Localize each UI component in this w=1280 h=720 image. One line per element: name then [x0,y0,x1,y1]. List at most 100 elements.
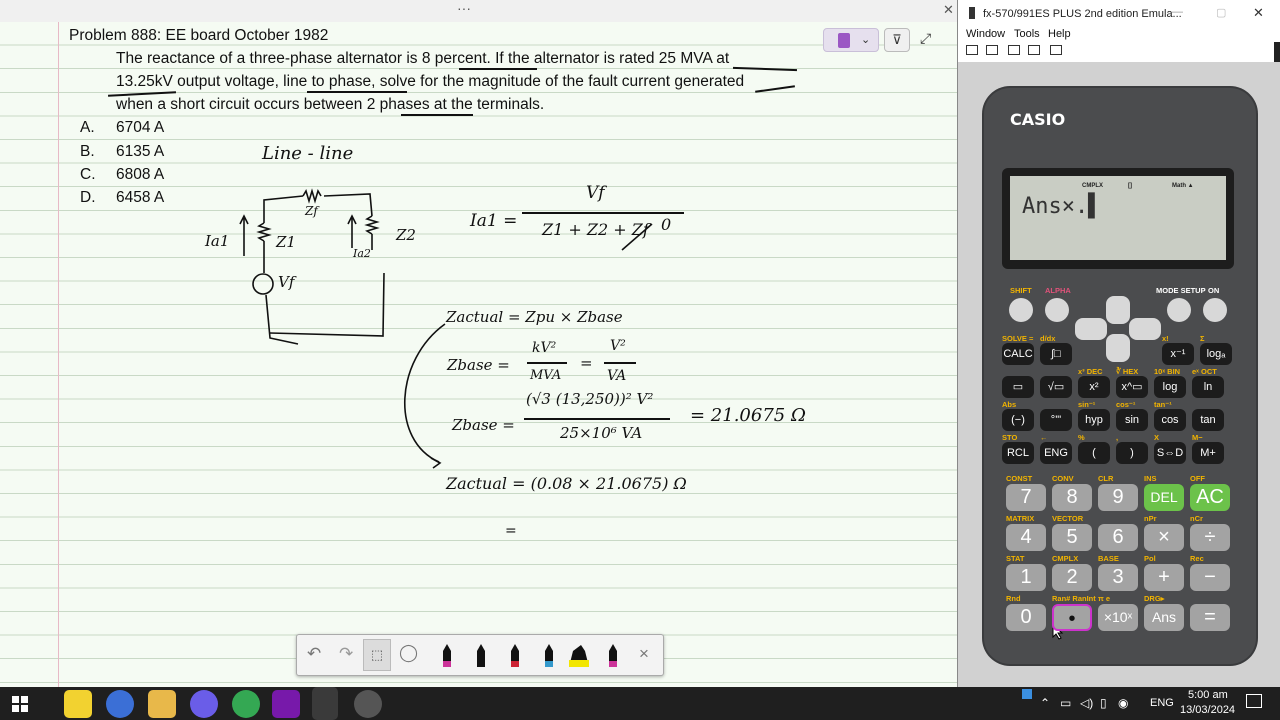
func-key[interactable]: ∫□ [1040,343,1072,365]
num-key[interactable]: ÷ [1190,524,1230,551]
close-icon[interactable]: ✕ [1253,5,1264,21]
func-key[interactable]: log [1154,376,1186,398]
ac-key[interactable]: AC [1190,484,1230,511]
num-key[interactable]: 4 [1006,524,1046,551]
func-key[interactable]: S⇔D [1154,442,1186,464]
tray-app-icon[interactable] [1022,689,1032,699]
toolbar-icon[interactable] [986,45,998,55]
volume-icon[interactable]: ◁) [1080,696,1093,710]
language-indicator[interactable]: ENG [1150,697,1174,709]
dpad-up[interactable] [1106,296,1130,324]
minimize-icon[interactable]: — [1172,6,1183,18]
func-key[interactable]: x² [1078,376,1110,398]
undo-icon[interactable]: ↶ [307,644,321,664]
toolbar-icon[interactable] [1028,45,1040,55]
func-key[interactable]: (−) [1002,409,1034,431]
func-key[interactable]: CALC [1002,343,1034,365]
sticky-notes-icon[interactable] [64,690,92,718]
on-key[interactable] [1203,298,1227,322]
calculator-taskbar-icon[interactable] [312,687,338,720]
num-key[interactable]: • [1052,604,1092,631]
toolbar-icon[interactable] [1050,45,1062,55]
lcd-display: CMPLX [] Math ▲ Ans×.▌ [1010,176,1226,260]
notifications-icon[interactable] [1246,694,1262,708]
func-key[interactable]: ENG [1040,442,1072,464]
num-key[interactable]: ×10ˣ [1098,604,1138,631]
shift-key[interactable] [1009,298,1033,322]
clock-date[interactable]: 13/03/2024 [1180,704,1235,716]
num-key[interactable]: 7 [1006,484,1046,511]
num-key[interactable]: = [1190,604,1230,631]
num-key[interactable]: 1 [1006,564,1046,591]
browser-profile-icon[interactable] [106,690,134,718]
toolbar-icon[interactable] [966,45,978,55]
dpad-down[interactable] [1106,334,1130,362]
notebook-button[interactable]: ⌄ [823,28,879,52]
maximize-icon[interactable]: ▢ [1216,6,1226,19]
num-key[interactable]: 8 [1052,484,1092,511]
del-key[interactable]: DEL [1144,484,1184,511]
messenger-icon[interactable] [190,690,218,718]
close-icon[interactable]: × [639,644,649,664]
network-icon[interactable]: ▭ [1060,696,1071,710]
mode-key[interactable] [1167,298,1191,322]
num-key[interactable]: Ans [1144,604,1184,631]
close-icon[interactable]: ✕ [943,2,954,18]
num-key[interactable]: 2 [1052,564,1092,591]
num-key[interactable]: 5 [1052,524,1092,551]
scrollbar[interactable] [1274,42,1280,62]
start-icon[interactable] [12,696,28,712]
redo-icon[interactable]: ↷ [339,644,353,664]
snipping-icon[interactable] [354,690,382,718]
func-key[interactable]: RCL [1002,442,1034,464]
problem-title: Problem 888: EE board October 1982 [69,27,329,44]
menu-tools[interactable]: Tools [1014,28,1040,40]
file-explorer-icon[interactable] [148,690,176,718]
func-key[interactable]: hyp [1078,409,1110,431]
menu-window[interactable]: Window [966,28,1005,40]
location-icon[interactable]: ◉ [1118,696,1128,710]
filter-button[interactable]: ⊽ [884,28,910,52]
num-key[interactable]: − [1190,564,1230,591]
menu-help[interactable]: Help [1048,28,1071,40]
func-key[interactable]: x⁻¹ [1162,343,1194,365]
func-key[interactable]: M+ [1192,442,1224,464]
arrow-curve [404,323,446,469]
more-icon[interactable]: ··· [457,0,471,16]
num-key[interactable]: 0 [1006,604,1046,631]
func-key[interactable]: ln [1192,376,1224,398]
func-key[interactable]: √▭ [1040,376,1072,398]
clock-time[interactable]: 5:00 am [1188,689,1228,701]
func-key[interactable]: °'" [1040,409,1072,431]
num-key[interactable]: 9 [1098,484,1138,511]
func-key[interactable]: tan [1192,409,1224,431]
func-key[interactable]: cos [1154,409,1186,431]
func-key[interactable]: ( [1078,442,1110,464]
dpad-left[interactable] [1075,318,1107,340]
func-key[interactable]: ) [1116,442,1148,464]
func-key[interactable]: sin [1116,409,1148,431]
onenote-icon[interactable] [272,690,300,718]
func-key[interactable]: ▭ [1002,376,1034,398]
calc-window-title: fx-570/991ES PLUS 2nd edition Emula... [983,8,1182,20]
toolbar-icon[interactable] [1008,45,1020,55]
expand-icon[interactable]: ⤢ [920,30,931,47]
key-shift-label: STO [1002,433,1018,442]
num-key[interactable]: + [1144,564,1184,591]
battery-icon[interactable]: ▯ [1100,696,1107,710]
num-key[interactable]: 6 [1098,524,1138,551]
dpad-right[interactable] [1129,318,1161,340]
lasso-select-icon[interactable]: ⬚ [363,639,391,671]
num-key[interactable]: × [1144,524,1184,551]
func-key[interactable]: logₐ [1200,343,1232,365]
key-shift-label: sin⁻¹ [1078,400,1096,409]
chrome-icon[interactable] [232,690,260,718]
hw-ia2-label: Ia2 [353,247,371,260]
eraser-icon[interactable]: ◯ [399,643,418,663]
num-key[interactable]: 3 [1098,564,1138,591]
alpha-key[interactable] [1045,298,1069,322]
hw-zbase-b-num: V² [610,338,626,354]
fraction-bar [522,212,684,214]
tray-overflow-icon[interactable]: ⌃ [1040,696,1050,710]
func-key[interactable]: x^▭ [1116,376,1148,398]
